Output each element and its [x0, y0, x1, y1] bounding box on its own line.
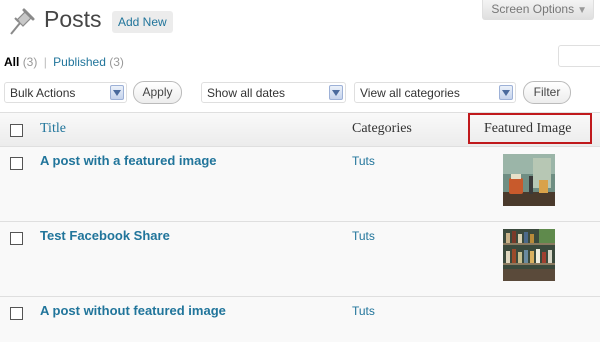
- categories-value: View all categories: [360, 86, 460, 100]
- row-checkbox[interactable]: [10, 232, 23, 245]
- bulk-actions-select[interactable]: Bulk Actions: [4, 82, 127, 103]
- table-row: A post with a featured image Tuts: [0, 147, 600, 222]
- dropdown-arrow-icon: [329, 85, 343, 100]
- categories-select[interactable]: View all categories: [354, 82, 516, 103]
- post-title-link[interactable]: Test Facebook Share: [40, 228, 170, 243]
- featured-image-column-highlight: [468, 113, 592, 144]
- post-category-link[interactable]: Tuts: [352, 229, 375, 243]
- table-row: A post without featured image Tuts: [0, 297, 600, 342]
- post-category-link[interactable]: Tuts: [352, 154, 375, 168]
- status-filter-links: All (3) | Published (3): [4, 55, 124, 69]
- chevron-down-icon: ▼: [577, 5, 587, 16]
- column-categories-header: Categories: [352, 121, 412, 136]
- page-title: Posts: [44, 6, 102, 32]
- table-row: Test Facebook Share Tuts: [0, 222, 600, 297]
- status-link-published[interactable]: Published: [53, 55, 106, 69]
- dropdown-arrow-icon: [499, 85, 513, 100]
- post-title-link[interactable]: A post without featured image: [40, 303, 226, 318]
- select-all-checkbox[interactable]: [10, 124, 23, 137]
- dates-select[interactable]: Show all dates: [201, 82, 346, 103]
- status-count-published: (3): [109, 55, 124, 69]
- search-input[interactable]: [558, 45, 600, 67]
- apply-button[interactable]: Apply: [133, 81, 182, 104]
- screen-options-label: Screen Options: [491, 2, 575, 16]
- status-link-all[interactable]: All: [4, 55, 19, 69]
- bulk-actions-value: Bulk Actions: [10, 86, 76, 100]
- pushpin-icon: [10, 8, 35, 35]
- filter-button[interactable]: Filter: [523, 81, 571, 104]
- dates-value: Show all dates: [207, 86, 286, 100]
- row-checkbox[interactable]: [10, 157, 23, 170]
- add-new-button[interactable]: Add New: [112, 11, 173, 33]
- row-checkbox[interactable]: [10, 307, 23, 320]
- post-category-link[interactable]: Tuts: [352, 304, 375, 318]
- featured-image-thumbnail: [503, 229, 555, 281]
- status-count-all: (3): [22, 55, 38, 69]
- post-title-link[interactable]: A post with a featured image: [40, 153, 217, 168]
- posts-table: Title Categories Featured Image A post w…: [0, 112, 600, 342]
- dropdown-arrow-icon: [110, 85, 124, 100]
- status-separator: |: [43, 55, 47, 69]
- column-title-header[interactable]: Title: [40, 121, 66, 137]
- featured-image-thumbnail: [503, 154, 555, 206]
- screen-options-button[interactable]: Screen Options ▼: [482, 0, 594, 20]
